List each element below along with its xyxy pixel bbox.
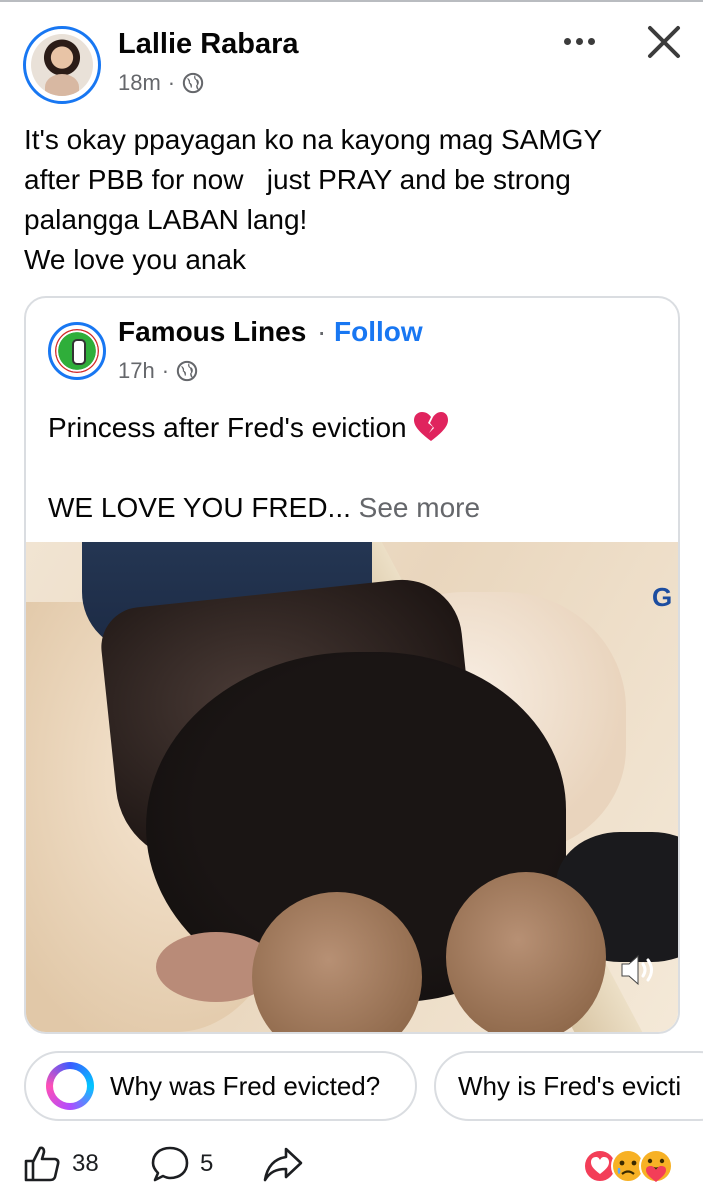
more-dot (563, 37, 571, 45)
post-time[interactable]: 18m (118, 70, 161, 96)
post-text-line: We love you anak (24, 244, 247, 275)
page-avatar[interactable] (48, 322, 106, 380)
reaction-icons[interactable] (582, 1146, 692, 1186)
see-more-link[interactable]: See more (359, 492, 480, 523)
suggestion-text: Why is Fred's evicti (458, 1070, 682, 1101)
ai-suggestion-chip[interactable]: Why is Fred's evicti (434, 1051, 703, 1121)
more-dot (575, 37, 583, 45)
author-name[interactable]: Lallie Rabara (118, 28, 299, 61)
shared-time[interactable]: 17h (118, 358, 155, 384)
like-count: 38 (72, 1150, 99, 1177)
like-button[interactable]: 38 (22, 1144, 99, 1184)
sound-icon[interactable] (618, 952, 658, 988)
video-player[interactable]: G (26, 542, 678, 1032)
page-name[interactable]: Famous Lines (118, 316, 306, 348)
comment-count: 5 (200, 1150, 214, 1177)
more-dot (587, 37, 595, 45)
avatar-image (31, 34, 93, 96)
suggestion-text: Why was Fred evicted? (110, 1070, 381, 1101)
share-icon (263, 1147, 303, 1182)
author-avatar[interactable] (23, 26, 101, 104)
more-options-button[interactable] (557, 24, 601, 58)
meta-separator: · (167, 70, 176, 95)
meta-separator: · (161, 358, 170, 383)
post-text-line: after PBB for now just PRAY and be stron… (24, 164, 571, 195)
post-meta: 18m · (118, 70, 204, 96)
care-reaction-icon (639, 1149, 673, 1183)
post-text-line: It's okay ppayagan ko na kayong mag SAMG… (24, 124, 603, 155)
video-watermark: G (652, 582, 673, 612)
video-frame-part (446, 872, 606, 1032)
broken-heart-icon (413, 412, 448, 441)
ai-suggestion-chip[interactable]: Why was Fred evicted? (24, 1051, 417, 1121)
comment-button[interactable]: 5 (150, 1144, 213, 1184)
shared-meta: 17h · (118, 358, 198, 384)
like-icon (24, 1146, 60, 1182)
globe-icon (176, 360, 198, 382)
shared-text: Princess after Fred's eviction WE LOVE Y… (48, 408, 480, 528)
share-button[interactable] (262, 1144, 304, 1184)
shared-post-card[interactable]: Famous Lines · Follow 17h · Princess aft… (24, 296, 680, 1034)
shared-line-2: WE LOVE YOU FRED... (48, 492, 351, 523)
follow-button[interactable]: Follow (334, 316, 423, 348)
meta-ai-icon (46, 1062, 94, 1110)
top-divider (0, 0, 703, 2)
page-logo-image (55, 329, 99, 373)
shared-line-1: Princess after Fred's eviction (48, 412, 407, 443)
follow-separator: · (317, 316, 327, 347)
close-icon[interactable] (640, 18, 688, 66)
post-body: It's okay ppayagan ko na kayong mag SAMG… (24, 120, 684, 280)
post-text-line: palangga LABAN lang! (24, 204, 308, 235)
globe-icon (182, 72, 204, 94)
comment-icon (151, 1146, 189, 1182)
